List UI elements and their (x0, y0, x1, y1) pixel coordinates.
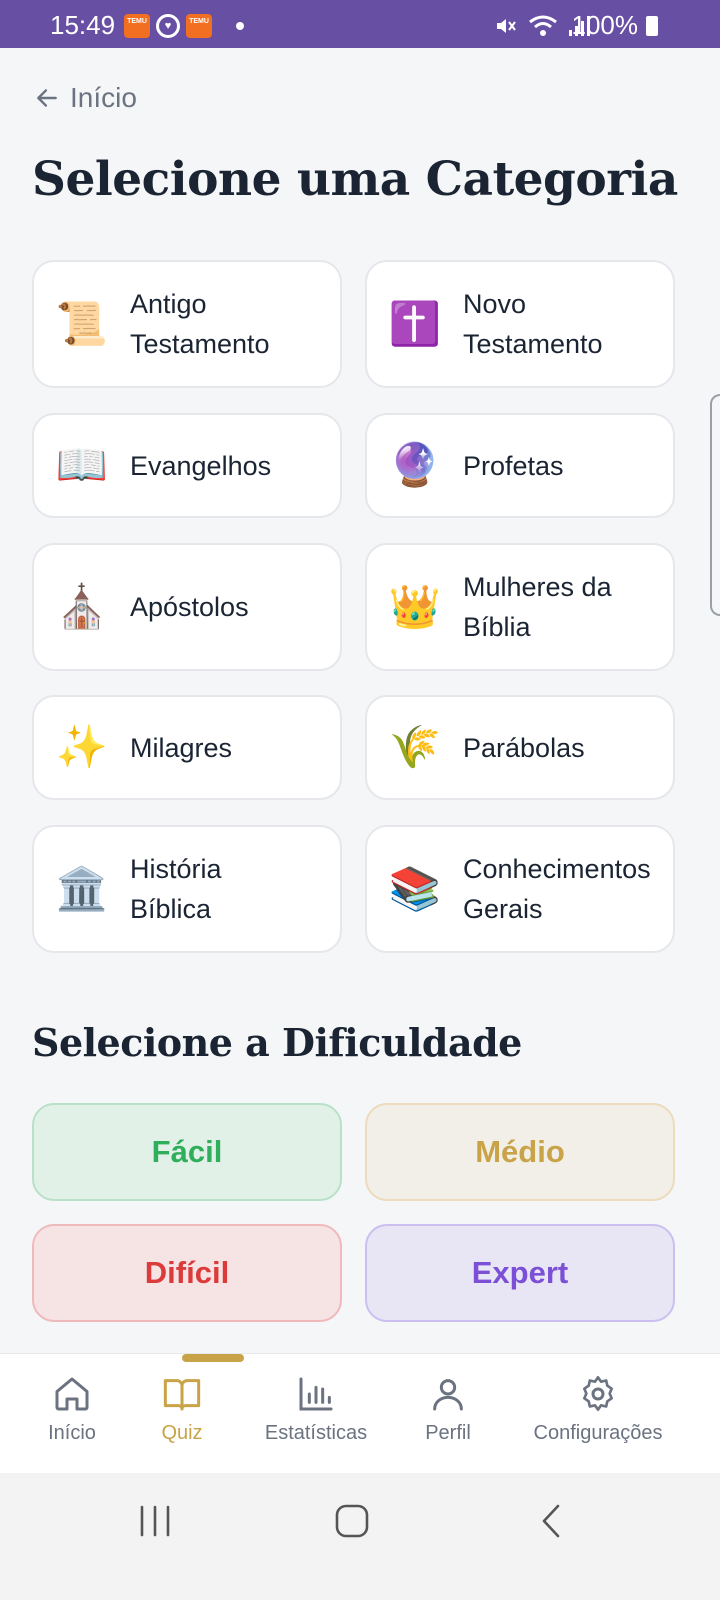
difficulty-label: Expert (471, 1255, 569, 1290)
back-chevron-icon[interactable] (536, 1501, 566, 1541)
category-card-conhecimentos-gerais[interactable]: 📚 Conhecimentos Gerais (365, 825, 675, 953)
difficulty-expert-button[interactable]: Expert (365, 1224, 675, 1322)
category-card-milagres[interactable]: ✨ Milagres (32, 695, 342, 800)
recents-icon[interactable] (138, 1501, 172, 1541)
books-icon: 📚 (388, 864, 442, 912)
category-label: Mulheres da (463, 572, 612, 602)
church-icon: ⛪ (55, 582, 109, 630)
category-card-historia-biblica[interactable]: 🏛️ História Bíblica (32, 825, 342, 953)
category-label: Conhecimentos (463, 854, 651, 884)
dot-icon (236, 22, 244, 30)
category-card-apostolos[interactable]: ⛪ Apóstolos (32, 543, 342, 671)
wheat-icon: 🌾 (388, 723, 442, 770)
nav-item-estatisticas[interactable]: Estatísticas (258, 1374, 374, 1445)
bar-chart-icon (299, 1377, 333, 1411)
mute-icon (497, 19, 516, 33)
sparkles-icon: ✨ (55, 723, 109, 770)
nav-label: Início (48, 1422, 96, 1444)
scroll-handle[interactable] (710, 394, 720, 616)
category-label: Bíblia (463, 612, 531, 642)
status-bar: 15:49 TEMU ♥ TEMU 100% (0, 0, 720, 48)
gear-icon (583, 1376, 613, 1411)
status-time: 15:49 (50, 10, 116, 40)
bottom-navigation: Início Quiz Estatísticas Perfil Configur… (0, 1353, 720, 1473)
category-label: Gerais (463, 894, 543, 924)
category-label: História (130, 854, 222, 884)
nav-item-configuracoes[interactable]: Configurações (524, 1374, 672, 1445)
nav-label: Perfil (425, 1422, 471, 1444)
nav-label: Estatísticas (264, 1422, 368, 1444)
category-card-evangelhos[interactable]: 📖 Evangelhos (32, 413, 342, 518)
nav-item-quiz[interactable]: Quiz (156, 1374, 208, 1445)
category-card-antigo-testamento[interactable]: 📜 Antigo Testamento (32, 260, 342, 388)
cross-icon: ✝️ (388, 299, 442, 347)
open-book-icon: 📖 (55, 441, 109, 488)
scroll-icon: 📜 (55, 299, 109, 347)
heart-ring-icon: ♥ (156, 14, 180, 38)
category-label: Antigo (130, 289, 207, 319)
book-icon (163, 1379, 201, 1411)
nav-item-perfil[interactable]: Perfil (418, 1374, 478, 1445)
battery-icon (646, 16, 658, 36)
classical-building-icon: 🏛️ (55, 864, 109, 912)
difficulty-medium-button[interactable]: Médio (365, 1103, 675, 1201)
battery-percent: 100% (571, 10, 639, 40)
wifi-icon (529, 15, 557, 36)
page-title: Selecione uma Categoria (32, 152, 678, 207)
category-label: Bíblica (130, 894, 212, 924)
difficulty-label: Difícil (144, 1255, 230, 1290)
category-label: Parábolas (463, 732, 585, 763)
category-label: Novo (463, 289, 527, 319)
arrow-left-icon (37, 89, 57, 107)
difficulty-label: Médio (475, 1134, 565, 1169)
category-label: Testamento (130, 329, 270, 359)
difficulty-easy-button[interactable]: Fácil (32, 1103, 342, 1201)
category-label: Evangelhos (130, 450, 272, 481)
difficulty-label: Fácil (151, 1134, 223, 1169)
temu-icon: TEMU (124, 14, 150, 38)
category-card-parabolas[interactable]: 🌾 Parábolas (365, 695, 675, 800)
category-card-mulheres-da-biblia[interactable]: 👑 Mulheres da Bíblia (365, 543, 675, 671)
crown-icon: 👑 (388, 582, 442, 630)
nav-item-inicio[interactable]: Início (46, 1374, 98, 1445)
nav-label: Quiz (161, 1422, 203, 1444)
category-label: Profetas (463, 450, 564, 481)
active-tab-indicator (182, 1354, 244, 1362)
category-card-novo-testamento[interactable]: ✝️ Novo Testamento (365, 260, 675, 388)
back-label: Início (70, 82, 137, 113)
difficulty-title: Selecione a Dificuldade (32, 1020, 522, 1065)
system-navigation-bar (0, 1473, 720, 1600)
home-icon (55, 1377, 89, 1411)
category-label: Testamento (463, 329, 603, 359)
temu-icon: TEMU (186, 14, 212, 38)
notification-icons: TEMU ♥ TEMU (124, 14, 244, 38)
category-label: Milagres (130, 732, 233, 763)
crystal-ball-icon: 🔮 (388, 441, 442, 488)
category-card-profetas[interactable]: 🔮 Profetas (365, 413, 675, 518)
user-icon (433, 1379, 463, 1411)
category-label: Apóstolos (130, 592, 249, 622)
nav-label: Configurações (533, 1422, 663, 1444)
difficulty-hard-button[interactable]: Difícil (32, 1224, 342, 1322)
home-button-icon[interactable] (334, 1501, 370, 1541)
back-link[interactable]: Início (34, 82, 137, 114)
